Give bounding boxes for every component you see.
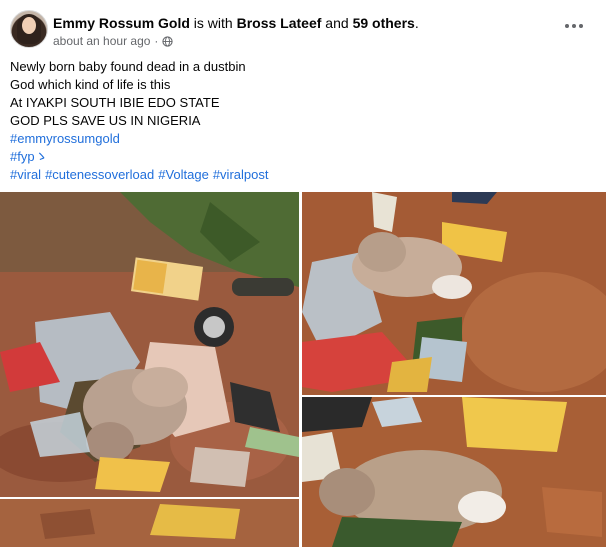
facebook-post: Emmy Rossum Gold is with Bross Lateef an…: [0, 0, 610, 547]
post-meta: about an hour ago ·: [53, 33, 174, 49]
hashtag-voltage[interactable]: #Voltage: [158, 167, 209, 182]
post-line-3: At IYAKPI SOUTH IBIE EDO STATE: [10, 95, 220, 110]
meta-separator: ·: [154, 34, 159, 48]
hashtag-cutenessoverload[interactable]: #cutenessoverload: [45, 167, 154, 182]
hashtag-emmyrossumgold[interactable]: #emmyrossumgold: [10, 130, 600, 148]
post-photo-2[interactable]: [302, 192, 606, 395]
post-line-1: Newly born baby found dead in a dustbin: [10, 59, 246, 74]
author-name[interactable]: Emmy Rossum Gold: [53, 15, 190, 31]
others-link[interactable]: 59 others: [353, 15, 415, 31]
with-text: is with: [189, 15, 237, 31]
tagged-person[interactable]: Bross Lateef: [237, 15, 322, 31]
post-timestamp[interactable]: about an hour ago: [53, 33, 150, 49]
hashtag-row: #viral #cutenessoverload #Voltage #viralpos…: [10, 166, 600, 184]
avatar-face: [22, 17, 36, 34]
post-photo-grid: [0, 192, 606, 547]
post-header: Emmy Rossum Gold is with Bross Lateef an…: [10, 10, 600, 50]
and-text: and: [321, 15, 353, 31]
globe-icon[interactable]: [162, 35, 174, 47]
more-options-icon[interactable]: [562, 18, 586, 34]
post-line-4: GOD PLS SAVE US IN NIGERIA: [10, 113, 201, 128]
author-avatar[interactable]: [10, 10, 48, 48]
post-photo-4[interactable]: [302, 397, 606, 547]
post-photo-1[interactable]: [0, 192, 299, 497]
hashtag-viralpost[interactable]: #viralpost: [213, 167, 269, 182]
hashtag-viral[interactable]: #viral: [10, 167, 41, 182]
post-text: Newly born baby found dead in a dustbin …: [10, 58, 600, 184]
author-line: Emmy Rossum Gold is with Bross Lateef an…: [53, 14, 419, 32]
hashtag-fyp[interactable]: #fypゝ: [10, 148, 600, 166]
post-line-2: God which kind of life is this: [10, 77, 171, 92]
period: .: [414, 15, 419, 31]
post-photo-3[interactable]: [0, 499, 299, 547]
